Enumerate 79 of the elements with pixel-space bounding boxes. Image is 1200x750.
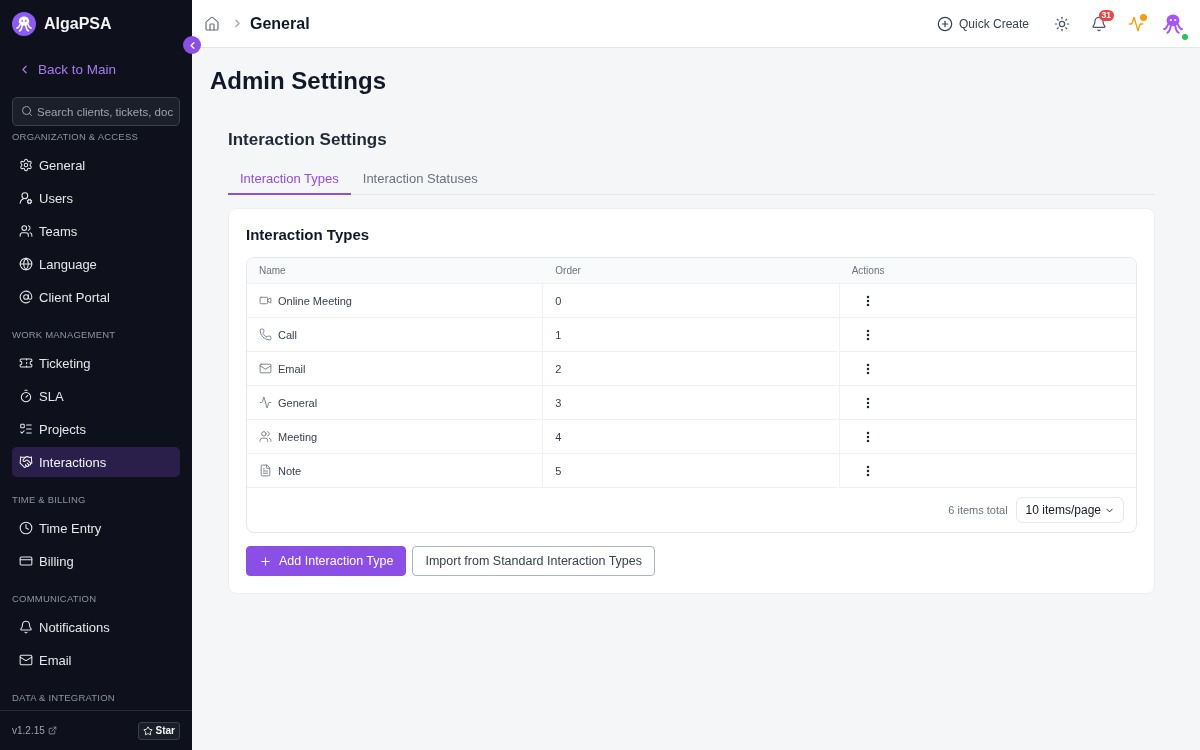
home-icon[interactable] (204, 15, 220, 32)
octopus-avatar-icon[interactable] (1163, 13, 1183, 34)
star-button[interactable]: Star (137, 721, 180, 740)
section-label: TIME & BILLING (12, 494, 86, 506)
people-icon (19, 224, 33, 238)
section-title: Interaction Settings (228, 129, 387, 151)
section-label: ORGANIZATION & ACCESS (12, 131, 138, 143)
mail-icon (19, 653, 33, 667)
bell-icon (19, 620, 33, 634)
sidebar-item[interactable]: Client Portal (12, 282, 180, 312)
tab[interactable]: Interaction Statuses (350, 163, 490, 195)
credit-card-icon (19, 554, 33, 568)
table-cell: 2 (555, 362, 562, 375)
table-cell: 0 (555, 294, 562, 307)
sidebar-item[interactable]: Projects (12, 414, 180, 444)
mail-icon (259, 362, 272, 375)
sidebar-item[interactable]: Ticketing (12, 348, 180, 378)
clock-icon (19, 521, 33, 535)
user-gear-icon (19, 191, 33, 205)
table-cell: General (278, 396, 318, 409)
video-camera-icon (259, 294, 272, 307)
sidebar-item[interactable]: General (12, 150, 180, 180)
search-icon (21, 105, 33, 117)
quick-create-button[interactable]: Quick Create (936, 11, 1029, 36)
section-label: COMMUNICATION (12, 593, 97, 605)
page-size-select[interactable]: 10 items/page (1015, 497, 1124, 523)
handshake-icon (19, 455, 33, 469)
brand-name: AlgaPSA (44, 14, 112, 34)
item-count-text: 6 items total (948, 504, 1008, 516)
table-cell: 5 (555, 464, 562, 477)
notification-badge: 31 (1098, 9, 1114, 21)
sidebar-item[interactable]: Language (12, 249, 180, 279)
column-header: Order (555, 265, 581, 276)
version-link[interactable]: v1.2.15 (12, 725, 57, 736)
sun-icon[interactable] (1054, 15, 1070, 32)
people-icon (259, 430, 272, 443)
sidebar-item[interactable]: Users (12, 183, 180, 213)
plus-icon (259, 554, 272, 568)
at-sign-icon (19, 290, 33, 304)
star-icon (142, 725, 153, 736)
octopus-logo-icon (12, 12, 36, 36)
page-title: Admin Settings (210, 66, 386, 96)
collapse-sidebar-button[interactable] (183, 36, 201, 54)
add-button[interactable]: Add Interaction Type (246, 546, 407, 576)
gear-icon (19, 158, 33, 172)
pulse-icon (259, 396, 272, 409)
table-cell: Meeting (278, 430, 318, 443)
plus-circle-icon (936, 15, 953, 32)
sidebar-item[interactable]: Teams (12, 216, 180, 246)
sidebar-item[interactable]: Time Entry (12, 513, 180, 543)
breadcrumb-current: General (250, 14, 310, 33)
sidebar-item[interactable]: Notifications (12, 612, 180, 642)
import-button[interactable]: Import from Standard Interaction Types (412, 546, 655, 576)
table-cell: 3 (555, 396, 562, 409)
table-cell: Email (278, 362, 306, 375)
ticket-icon (19, 356, 33, 370)
document-icon (259, 464, 272, 477)
table-cell: Call (278, 328, 297, 341)
column-header: Actions (851, 265, 885, 276)
sidebar-item[interactable]: Billing (12, 546, 180, 576)
tab[interactable]: Interaction Types (228, 163, 351, 195)
back-link[interactable]: Back to Main (12, 57, 123, 81)
section-label: WORK MANAGEMENT (12, 329, 116, 341)
sidebar-item[interactable]: SLA (12, 381, 180, 411)
sidebar-item[interactable]: Email (12, 645, 180, 675)
section-label: DATA & INTEGRATION (12, 692, 115, 704)
table-cell: Note (278, 464, 302, 477)
table-cell: Online Meeting (278, 294, 352, 307)
table-cell: 4 (555, 430, 562, 443)
column-header: Name (259, 265, 286, 276)
search-field[interactable]: Search clients, tickets, doc (12, 97, 180, 126)
globe-icon (19, 257, 33, 271)
table-cell: 1 (555, 328, 562, 341)
phone-icon (259, 328, 272, 341)
sidebar-item[interactable]: Interactions (12, 447, 180, 477)
card-title: Interaction Types (246, 225, 370, 245)
stopwatch-icon (19, 389, 33, 403)
checklist-icon (19, 422, 33, 436)
external-link-icon (47, 726, 57, 735)
